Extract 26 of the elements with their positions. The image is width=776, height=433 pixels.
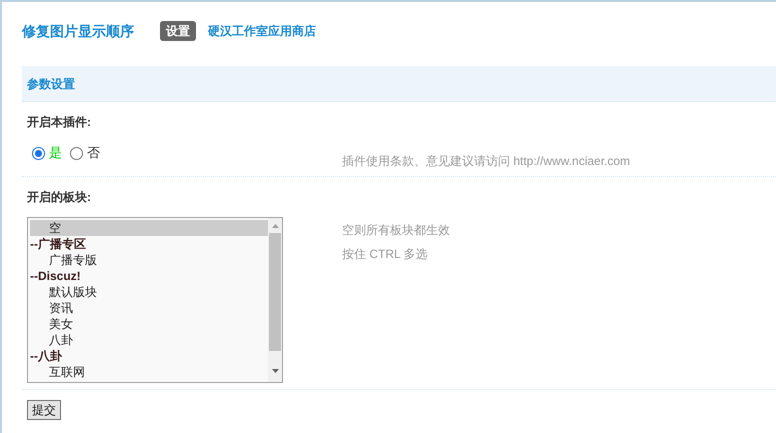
listbox-option[interactable]: 美女 — [30, 316, 268, 332]
scrollbar[interactable] — [268, 218, 282, 382]
plugin-title: 修复图片显示顺序 — [22, 22, 134, 40]
scrollbar-thumb[interactable] — [269, 233, 281, 351]
hint-text: 按住 CTRL 多选 — [342, 246, 429, 263]
setting-label: 开启的板块: — [27, 189, 92, 206]
radio-option[interactable]: 否 — [70, 143, 100, 163]
listbox-option[interactable]: 空 — [30, 220, 268, 236]
option-group-label: --广播专区 — [30, 236, 87, 252]
option-group-label: --八卦 — [30, 348, 63, 364]
section-title: 参数设置 — [27, 76, 75, 92]
option-group-label: --Discuz! — [30, 268, 82, 284]
scroll-down-icon[interactable] — [272, 369, 278, 373]
forum-listbox[interactable]: 空 --广播专区 广播专版 --Discuz! 默认版块 资讯 美女 八卦 --八卦 互联网 — [27, 217, 283, 383]
scroll-up-icon[interactable] — [272, 224, 278, 228]
nav-tab[interactable]: 硬汉工作室应用商店 — [208, 22, 316, 40]
listbox-option[interactable]: 资讯 — [30, 300, 268, 316]
submit-button[interactable]: 提交 — [27, 400, 61, 420]
listbox-option[interactable]: 默认版块 — [30, 284, 268, 300]
nav-tab[interactable]: 设置 — [160, 21, 196, 41]
setting-label: 开启本插件: — [27, 114, 92, 131]
hint-text: 空则所有板块都生效 — [342, 222, 450, 239]
listbox-option[interactable]: 广播专版 — [30, 252, 268, 268]
listbox-option[interactable]: 八卦 — [30, 332, 268, 348]
hint-text: 插件使用条款、意见建议请访问 http://www.nciaer.com — [342, 153, 630, 170]
listbox-option[interactable]: 互联网 — [30, 364, 268, 380]
